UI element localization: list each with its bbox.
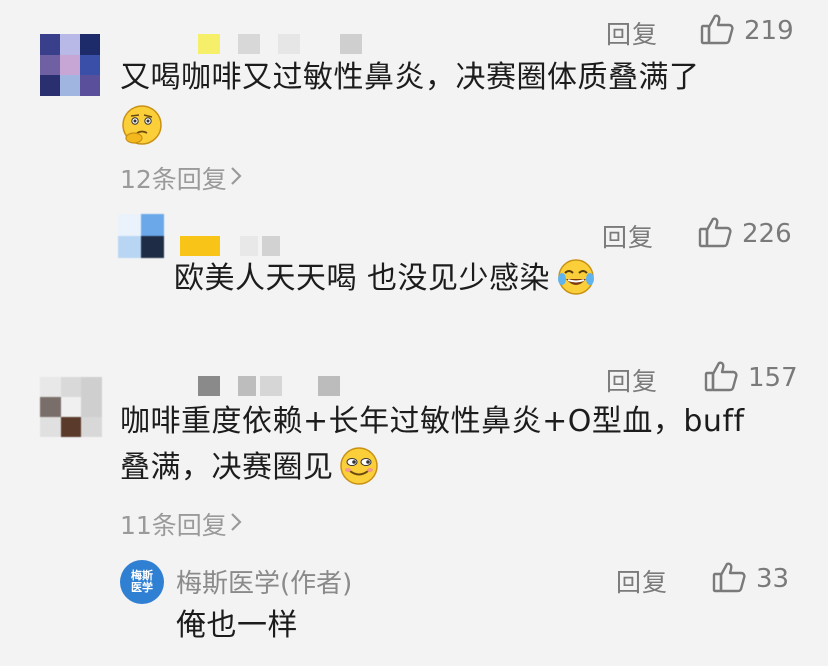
username-redacted[interactable] (198, 376, 348, 396)
author-avatar[interactable]: 梅斯 医学 (120, 560, 164, 604)
like-button[interactable]: 157 (704, 360, 798, 396)
reply-text[interactable]: 欧美人天天喝 也没见少感染 (174, 256, 550, 302)
view-replies-link[interactable]: 12条回复 (120, 160, 243, 196)
avatar[interactable] (118, 214, 164, 258)
author-avatar-text: 医学 (131, 581, 153, 594)
reply-button[interactable]: 回复 (606, 362, 658, 398)
comment-text[interactable]: 咖啡重度依赖+长年过敏性鼻炎+O型血，buff (120, 399, 745, 445)
thumbs-up-icon (698, 216, 732, 252)
chevron-right-icon (229, 510, 243, 539)
comment-text-line2[interactable]: 叠满，决赛圈见 (120, 445, 334, 491)
comment-text[interactable]: 又喝咖啡又过敏性鼻炎，决赛圈体质叠满了 (120, 55, 700, 101)
view-replies-link[interactable]: 11条回复 (120, 506, 243, 542)
username-redacted[interactable] (198, 34, 368, 54)
avatar[interactable] (40, 34, 100, 96)
thumbs-up-icon (700, 13, 734, 49)
reply-button[interactable]: 回复 (606, 15, 658, 51)
like-count: 33 (756, 564, 790, 594)
reply-button[interactable]: 回复 (602, 218, 654, 254)
reply-text[interactable]: 俺也一样 (176, 603, 298, 649)
thinking-face-emoji (120, 103, 164, 151)
comment-text-row: 叠满，决赛圈见 (120, 445, 380, 491)
reply-text-row: 欧美人天天喝 也没见少感染 (174, 256, 596, 302)
reply-button[interactable]: 回复 (616, 563, 668, 599)
like-count: 219 (744, 16, 794, 46)
like-count: 157 (748, 363, 798, 393)
replies-summary: 12条回复 (120, 165, 227, 194)
smirking-grin-emoji (338, 445, 380, 491)
like-button[interactable]: 219 (700, 13, 794, 49)
username-redacted[interactable] (180, 236, 290, 256)
replies-summary: 11条回复 (120, 511, 227, 540)
thumbs-up-icon (704, 360, 738, 396)
tears-of-joy-emoji (556, 257, 596, 301)
like-button[interactable]: 226 (698, 216, 792, 252)
like-button[interactable]: 33 (712, 561, 789, 597)
thumbs-up-icon (712, 561, 746, 597)
avatar[interactable] (40, 377, 102, 437)
like-count: 226 (742, 219, 792, 249)
author-name[interactable]: 梅斯医学(作者) (176, 563, 352, 600)
chevron-right-icon (229, 164, 243, 193)
